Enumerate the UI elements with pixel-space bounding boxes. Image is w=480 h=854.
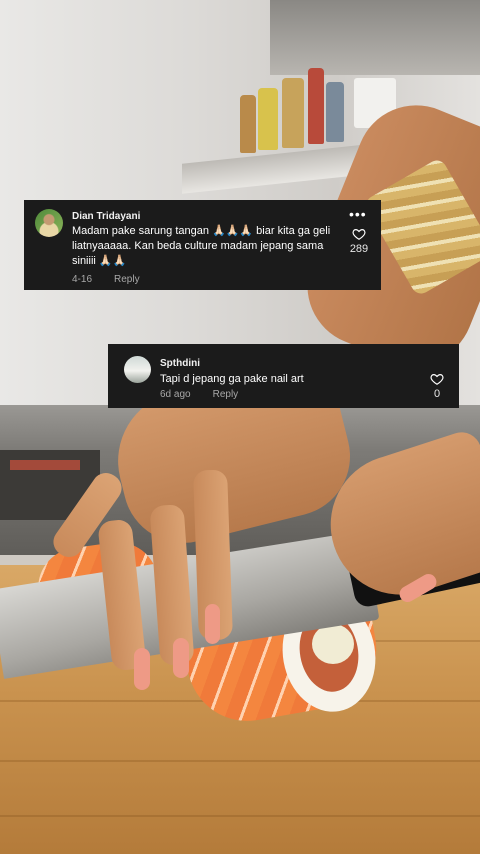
comment-card[interactable]: Dian Tridayani Madam pake sarung tangan … (24, 200, 381, 290)
comment-date: 4-16 (72, 274, 93, 285)
comment-text: Tapi d jepang ga pake nail art (160, 373, 304, 385)
comment-username[interactable]: Spthdini (160, 358, 200, 369)
comment-username[interactable]: Dian Tridayani (72, 211, 140, 222)
nail (173, 638, 189, 678)
reply-button[interactable]: Reply (114, 274, 140, 285)
comment-card[interactable]: Spthdini Tapi d jepang ga pake nail art … (108, 344, 459, 408)
bottle (308, 68, 324, 144)
wood-grain (0, 815, 480, 817)
upper-cabinet (270, 0, 480, 75)
heart-outline-icon[interactable] (352, 227, 366, 241)
nail (205, 604, 220, 644)
bottle (326, 82, 344, 142)
comment-date: 6d ago (160, 389, 191, 400)
appliance-panel (10, 460, 80, 470)
reply-button[interactable]: Reply (213, 389, 239, 400)
comment-meta: 4-16 Reply (72, 274, 140, 285)
avatar[interactable] (124, 356, 151, 383)
nail (134, 648, 150, 690)
cream-cheese-filling (312, 624, 354, 664)
like-count: 289 (349, 243, 369, 255)
bottle (240, 95, 256, 153)
bottle (258, 88, 278, 150)
wood-grain (0, 760, 480, 762)
comment-text: Madam pake sarung tangan 🙏🏻🙏🏻🙏🏻 biar kit… (72, 225, 331, 267)
heart-outline-icon[interactable] (430, 372, 444, 386)
bottle (282, 78, 304, 148)
avatar[interactable] (35, 209, 63, 237)
like-count: 0 (433, 388, 441, 400)
ellipsis-icon[interactable]: ••• (349, 207, 367, 221)
video-background[interactable] (0, 0, 480, 854)
comment-meta: 6d ago Reply (160, 389, 238, 400)
